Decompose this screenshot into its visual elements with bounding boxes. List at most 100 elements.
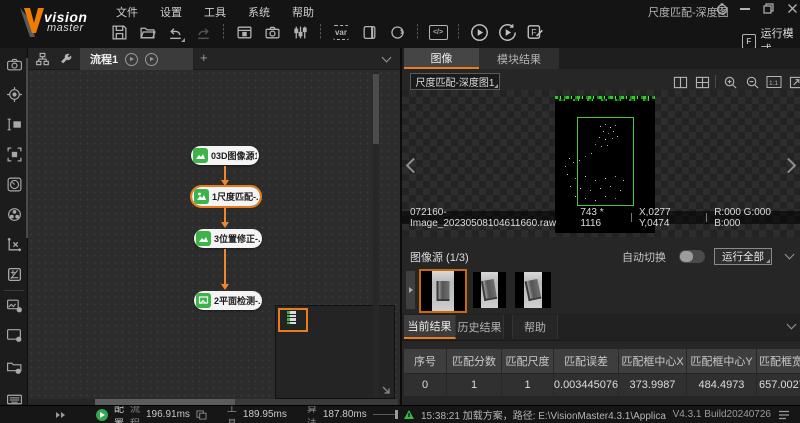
close-button[interactable] <box>787 3 798 14</box>
window-export-button[interactable] <box>233 21 255 43</box>
view-selector-dropdown[interactable]: 尺度匹配-深度图1 <box>410 73 500 90</box>
minimap-resize-icon[interactable] <box>381 385 391 395</box>
toolbar-separator <box>320 24 321 40</box>
menu-file[interactable]: 文件 <box>112 3 142 21</box>
expand-panel-icon[interactable] <box>56 412 65 418</box>
tab-current-result[interactable]: 当前结果 <box>404 315 456 339</box>
sidebar-calibration-icon[interactable] <box>5 235 23 253</box>
previous-image-button[interactable] <box>406 158 422 174</box>
scheme-switch-button[interactable] <box>358 21 380 43</box>
cell-index: 0 <box>404 373 447 396</box>
minimize-button[interactable] <box>740 8 750 10</box>
menu-settings[interactable]: 设置 <box>156 3 186 21</box>
image-info-bar: 072160-Image_20230508104611660.raw 743 *… <box>402 211 800 224</box>
sidebar-gauge-icon[interactable] <box>5 175 23 193</box>
flow-vertical-scrollbar[interactable] <box>373 72 379 397</box>
flow-node-plane-detect[interactable]: 2平面检测-... <box>194 291 262 310</box>
flow-node-position-fix[interactable]: 3位置修正-... <box>194 229 262 248</box>
result-table: 序号 匹配分数 匹配尺度 匹配误差 匹配框中心X 匹配框中心Y 匹配框宽度 0 … <box>404 349 800 396</box>
timer-icon[interactable] <box>716 3 728 15</box>
sidebar-measure-icon[interactable] <box>5 115 23 133</box>
next-image-button[interactable] <box>781 158 797 174</box>
tab-module-result[interactable]: 模块结果 <box>479 48 559 69</box>
sidebar-calculator-icon[interactable] <box>5 265 23 283</box>
flow-tabbar-chevron-icon[interactable] <box>382 53 392 63</box>
thumbnail-image <box>432 271 455 311</box>
toolbar-separator <box>223 24 224 40</box>
menu-system[interactable]: 系统 <box>244 3 274 21</box>
sidebar-folder-config-icon[interactable] <box>5 358 23 376</box>
thumbnail-3[interactable] <box>515 272 551 308</box>
sidebar-color-analysis-icon[interactable] <box>5 205 23 223</box>
menu-tools[interactable]: 工具 <box>200 3 230 21</box>
col-match-error[interactable]: 匹配误差 <box>554 349 619 373</box>
flow-wrench-icon[interactable] <box>59 52 73 66</box>
col-match-scale[interactable]: 匹配尺度 <box>502 349 554 373</box>
sidebar-camera-icon[interactable] <box>5 55 23 73</box>
run-mode-icon: F <box>742 34 756 49</box>
flow-run-once-icon[interactable] <box>125 53 138 66</box>
communication-refresh-button[interactable] <box>386 21 408 43</box>
save-button[interactable] <box>108 21 130 43</box>
open-folder-button[interactable] <box>136 21 158 43</box>
image-result-panel: 图像 模块结果 尺度匹配-深度图1 1:1 072160-Image_20230… <box>400 48 800 405</box>
table-data-row[interactable]: 0 1 1 0.003445076 373.9987 484.4973 657.… <box>404 373 800 396</box>
sidebar-recognition-icon[interactable] <box>5 145 23 163</box>
flow-run-loop-icon[interactable] <box>145 53 158 66</box>
col-center-x[interactable]: 匹配框中心X <box>619 349 687 373</box>
actual-size-icon[interactable]: 1:1 <box>766 75 782 89</box>
col-box-width[interactable]: 匹配框宽度 <box>757 349 800 373</box>
tab-image[interactable]: 图像 <box>404 48 479 69</box>
node-match-icon <box>194 189 209 204</box>
auto-switch-toggle[interactable] <box>679 250 705 263</box>
zoom-in-icon[interactable] <box>722 75 738 89</box>
thumbnail-expander[interactable] <box>406 271 415 309</box>
tab-help[interactable]: 帮助 <box>512 315 558 339</box>
time-detail-icon[interactable] <box>196 410 207 420</box>
flow-node-image-source[interactable]: 03D图像源1 <box>191 146 259 165</box>
thumbnail-2[interactable] <box>473 272 506 308</box>
edit-scheme-button[interactable]: F <box>524 21 546 43</box>
node-position-icon <box>196 231 211 246</box>
algo-time-value: 187.80ms <box>323 409 367 420</box>
tab-history-result[interactable]: 历史结果 <box>456 315 504 339</box>
minimap-viewport[interactable] <box>278 308 308 332</box>
flow-canvas[interactable]: 03D图像源1 1尺度匹配-... 3位置修正-... 2平面检测-... <box>28 70 400 399</box>
flow-tab[interactable]: 流程1 <box>80 48 193 70</box>
menu-help[interactable]: 帮助 <box>288 3 318 21</box>
flow-time-label: 流程 <box>130 406 140 423</box>
logo-line2: master <box>47 23 87 34</box>
source-bar-chevron-icon[interactable] <box>785 250 795 260</box>
log-list-icon[interactable] <box>778 410 790 420</box>
fit-window-icon[interactable] <box>788 75 800 89</box>
right-panel-tab-bar: 图像 模块结果 <box>402 48 800 69</box>
module-settings-button[interactable] <box>289 21 311 43</box>
split-four-view-icon[interactable] <box>694 75 710 89</box>
restore-button[interactable] <box>763 3 774 14</box>
log-level-icon[interactable] <box>404 410 414 419</box>
node-label: 03D图像源1 <box>211 149 257 162</box>
undo-button[interactable] <box>164 21 186 43</box>
zoom-out-icon[interactable] <box>744 75 760 89</box>
flow-zoom-slider[interactable] <box>373 410 398 419</box>
thumbnail-1-selected[interactable] <box>419 269 467 313</box>
image-viewer[interactable]: 072160-Image_20230508104611660.raw 743 *… <box>402 90 800 237</box>
variable-button[interactable]: var <box>330 21 352 43</box>
sidebar-image-edit-icon[interactable] <box>5 296 23 314</box>
redo-button[interactable] <box>192 21 214 43</box>
sidebar-locate-icon[interactable] <box>5 85 23 103</box>
add-flow-tab-button[interactable]: + <box>200 50 208 65</box>
col-center-y[interactable]: 匹配框中心Y <box>687 349 757 373</box>
split-two-view-icon[interactable] <box>672 75 688 89</box>
script-button[interactable]: </> <box>427 21 449 43</box>
col-match-score[interactable]: 匹配分数 <box>447 349 502 373</box>
camera-button[interactable] <box>261 21 283 43</box>
run-all-button[interactable]: 运行全部 <box>714 248 772 265</box>
sidebar-screen-config-icon[interactable] <box>5 326 23 344</box>
run-continuous-button[interactable] <box>496 21 518 43</box>
flow-node-scale-match[interactable]: 1尺度匹配-... <box>192 187 260 206</box>
flow-hierarchy-icon[interactable] <box>35 52 50 67</box>
flow-vertical-scrollbar-thumb[interactable] <box>373 74 379 144</box>
col-index[interactable]: 序号 <box>404 349 447 373</box>
run-once-button[interactable] <box>468 21 490 43</box>
